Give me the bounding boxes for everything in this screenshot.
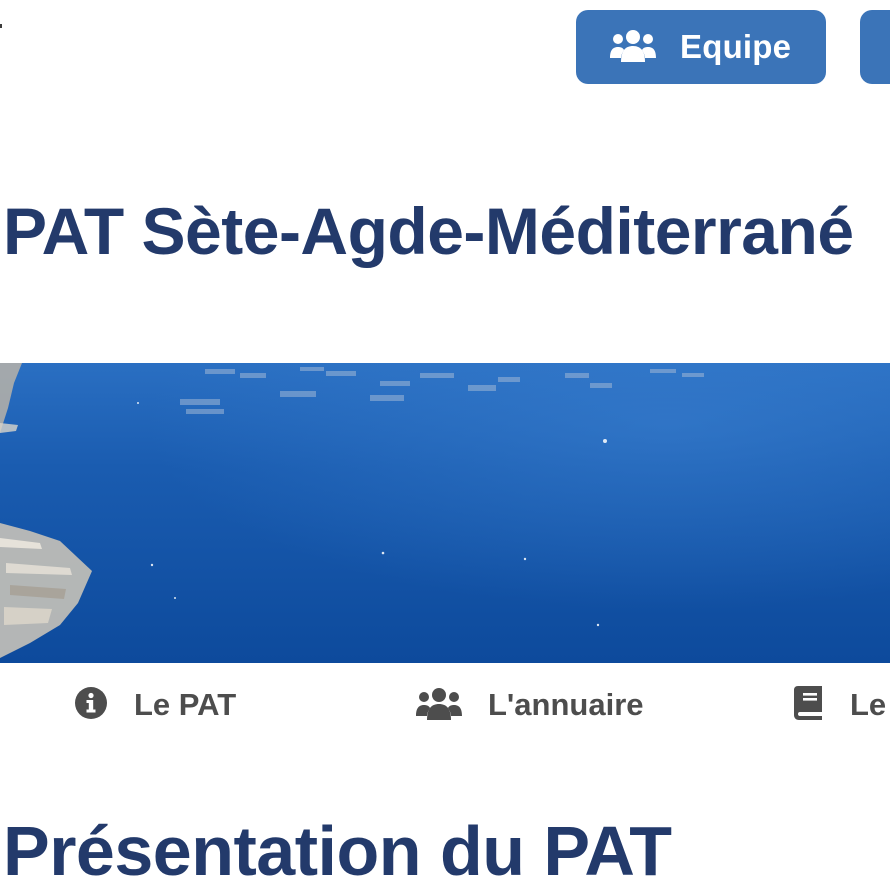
- users-icon: [416, 686, 462, 725]
- equipe-button[interactable]: Equipe: [576, 10, 826, 84]
- header-button-partial[interactable]: [860, 10, 890, 84]
- hero-image: [0, 363, 890, 663]
- section-title: Présentation du PAT: [3, 812, 672, 890]
- info-circle-icon: [74, 686, 108, 725]
- page: Equipe PAT Sète-Agde-Méditerrané Le PAT …: [0, 0, 890, 890]
- tab-le-partial[interactable]: Le: [794, 682, 886, 728]
- tab-annuaire[interactable]: L'annuaire: [416, 682, 644, 728]
- book-icon: [794, 685, 824, 725]
- header-logo-fragment: [0, 24, 2, 28]
- tab-le-partial-label: Le: [850, 687, 887, 722]
- tab-le-pat-label: Le PAT: [134, 687, 237, 722]
- users-icon: [610, 28, 656, 67]
- tab-le-pat[interactable]: Le PAT: [74, 682, 236, 728]
- equipe-button-label: Equipe: [680, 28, 792, 65]
- tab-annuaire-label: L'annuaire: [488, 687, 644, 722]
- site-title: PAT Sète-Agde-Méditerrané: [3, 194, 854, 268]
